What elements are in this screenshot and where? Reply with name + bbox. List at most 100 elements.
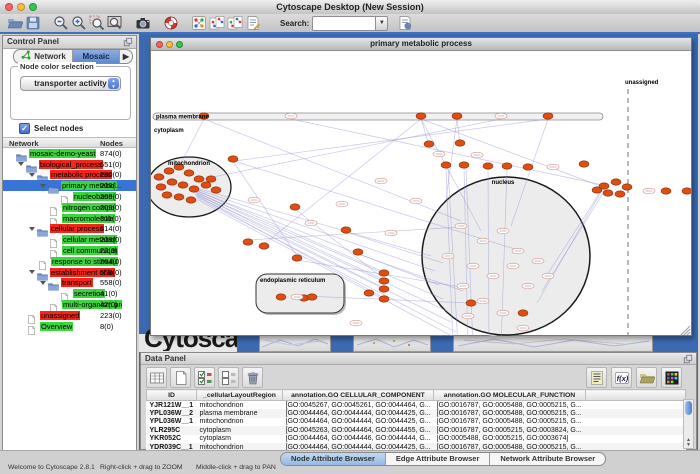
save-session-icon[interactable] (24, 15, 42, 32)
column-header[interactable] (586, 390, 686, 401)
tree-row[interactable]: primary metabol209(... (3, 180, 136, 191)
cell[interactable]: YKR052C (147, 435, 197, 443)
zoom-out-icon[interactable] (52, 15, 70, 32)
network-node[interactable] (603, 190, 613, 196)
scrollbar-thumb[interactable] (685, 401, 692, 415)
network-edge[interactable] (194, 190, 439, 285)
table-row[interactable]: YKR052Ccytoplasm[GO:0044464, GO:0044446,… (147, 435, 686, 443)
background-window[interactable] (653, 334, 698, 352)
import-table-icon[interactable] (396, 15, 414, 32)
attribute-list-icon[interactable] (586, 367, 607, 388)
tab-network-attribute-browser[interactable]: Network Attribute Browser (490, 453, 605, 465)
table-row[interactable]: YPL036W__2plasma membrane[GO:0044464, GO… (147, 409, 686, 417)
search-dropdown-arrow-icon[interactable]: ▼ (376, 16, 388, 31)
tree-row[interactable]: cellular process614(0) (3, 224, 136, 235)
tree-row[interactable]: transport558(0) (3, 278, 136, 289)
network-node[interactable] (353, 249, 363, 255)
cell[interactable]: [GO:0045263, GO:0044464, GO:0044455, G..… (283, 426, 434, 434)
network-node[interactable] (622, 184, 632, 190)
network-edge[interactable] (264, 119, 421, 244)
network-node[interactable] (424, 141, 434, 147)
network-overlay-b-icon[interactable] (226, 15, 244, 32)
network-node[interactable] (189, 186, 199, 192)
cell[interactable]: [GO:0044464, GO:0044444, GO:0044425, G..… (283, 409, 434, 417)
network-node[interactable] (416, 113, 426, 119)
cell[interactable]: YPL036W__2 (147, 409, 197, 417)
cell[interactable]: mitochondrion (197, 443, 283, 450)
cell[interactable]: YLR295C (147, 426, 197, 434)
cell[interactable]: [GO:0016787, GO:0005488, GO:0005215, G..… (434, 401, 586, 410)
formula-builder-icon[interactable]: f(x) (611, 367, 632, 388)
tree-row[interactable]: macromolecule311(0) (3, 213, 136, 224)
tab-edge-attribute-browser[interactable]: Edge Attribute Browser (386, 453, 490, 465)
tree-row[interactable]: nucleobase-209(0) (3, 191, 136, 202)
network-node[interactable] (441, 162, 451, 168)
table-row[interactable]: YLR295Ccytoplasm[GO:0045263, GO:0044464,… (147, 426, 686, 434)
snapshot-camera-icon[interactable] (134, 15, 152, 32)
background-window[interactable] (259, 334, 331, 352)
node-color-dropdown[interactable]: transporter activity ▲▼ (20, 76, 121, 91)
network-node[interactable] (211, 187, 221, 193)
table-row[interactable]: YDR039C__1mitochondrion[GO:0044464, GO:0… (147, 443, 686, 450)
tree-row[interactable]: cell communicat22(0) (3, 245, 136, 256)
network-node[interactable] (174, 194, 184, 200)
cell[interactable]: cytoplasm (197, 426, 283, 434)
network-node[interactable] (243, 239, 253, 245)
background-window[interactable] (353, 334, 431, 352)
tree-row[interactable]: secretion41(0) (3, 288, 136, 299)
cell[interactable]: [GO:0044464, GO:0044444, GO:0044425, G..… (283, 418, 434, 426)
network-node[interactable] (543, 113, 553, 119)
network-node[interactable] (364, 290, 374, 296)
table-row[interactable]: YPL036W__1mitochondrion[GO:0044464, GO:0… (147, 418, 686, 426)
tree-row[interactable]: mosaic-demo-yeast874(0) (3, 148, 136, 159)
network-node[interactable] (228, 156, 238, 162)
network-node[interactable] (162, 192, 172, 198)
network-node[interactable] (206, 176, 216, 182)
tree-row[interactable]: establishment of lo558(0) (3, 267, 136, 278)
search-input[interactable] (312, 16, 376, 31)
network-node[interactable] (307, 294, 317, 300)
network-node[interactable] (379, 296, 389, 302)
disclosure-triangle-icon[interactable] (18, 162, 24, 166)
cell[interactable]: [GO:0045267, GO:0045261, GO:0044464, G..… (283, 401, 434, 410)
network-edge[interactable] (181, 119, 204, 163)
network-edge[interactable] (295, 209, 384, 279)
tree-row[interactable]: response to stimulu264(0) (3, 256, 136, 267)
network-node[interactable] (483, 163, 493, 169)
zoom-in-icon[interactable] (70, 15, 88, 32)
network-edge[interactable] (446, 119, 457, 199)
network-node[interactable] (201, 182, 211, 188)
background-window[interactable] (237, 334, 259, 352)
tab-overflow-arrow-icon[interactable]: ▶ (120, 50, 132, 63)
create-attribute-icon[interactable] (170, 367, 191, 388)
tree-row[interactable]: nitrogen compo209(0) (3, 202, 136, 213)
titlebar[interactable]: Cytoscape Desktop (New Session) (0, 0, 700, 15)
network-node[interactable] (611, 179, 621, 185)
cell[interactable]: [GO:0005488, GO:0005215, GO:0003674] (434, 435, 586, 443)
cell[interactable]: [GO:0044464, GO:0044446, GO:0044444, G..… (283, 435, 434, 443)
cell[interactable]: [GO:0016787, GO:0005488, GO:0005215, G..… (434, 418, 586, 426)
attribute-table-header-row[interactable]: ID_cellularLayoutRegionannotation.GO CEL… (147, 390, 686, 401)
network-node[interactable] (452, 113, 462, 119)
cell[interactable]: [GO:0016787, GO:0005488, GO:0005215, G..… (434, 409, 586, 417)
background-window[interactable] (331, 334, 353, 352)
network-node[interactable] (379, 270, 389, 276)
disclosure-triangle-icon[interactable] (40, 184, 46, 188)
network-node[interactable] (154, 174, 164, 180)
attribute-table-icon[interactable] (146, 367, 167, 388)
network-node[interactable] (379, 278, 389, 284)
network-node[interactable] (290, 204, 300, 210)
table-row[interactable]: YJR121W__1mitochondrion[GO:0045267, GO:0… (147, 401, 686, 410)
column-header[interactable]: annotation.GO CELLULAR_COMPONENT (283, 390, 434, 401)
network-window-titlebar[interactable]: primary metabolic process (151, 38, 691, 51)
disclosure-triangle-icon[interactable] (29, 227, 35, 231)
network-node[interactable] (615, 191, 625, 197)
zoom-selected-icon[interactable] (88, 15, 106, 32)
background-window[interactable] (431, 334, 453, 352)
network-node[interactable] (661, 188, 671, 194)
network-edge[interactable] (196, 190, 384, 272)
zoom-button[interactable] (176, 41, 183, 48)
column-header[interactable]: annotation.GO MOLECULAR_FUNCTION (434, 390, 586, 401)
table-scrollbar[interactable]: ▲▼ (683, 399, 694, 449)
resize-grip-icon[interactable] (681, 326, 690, 335)
